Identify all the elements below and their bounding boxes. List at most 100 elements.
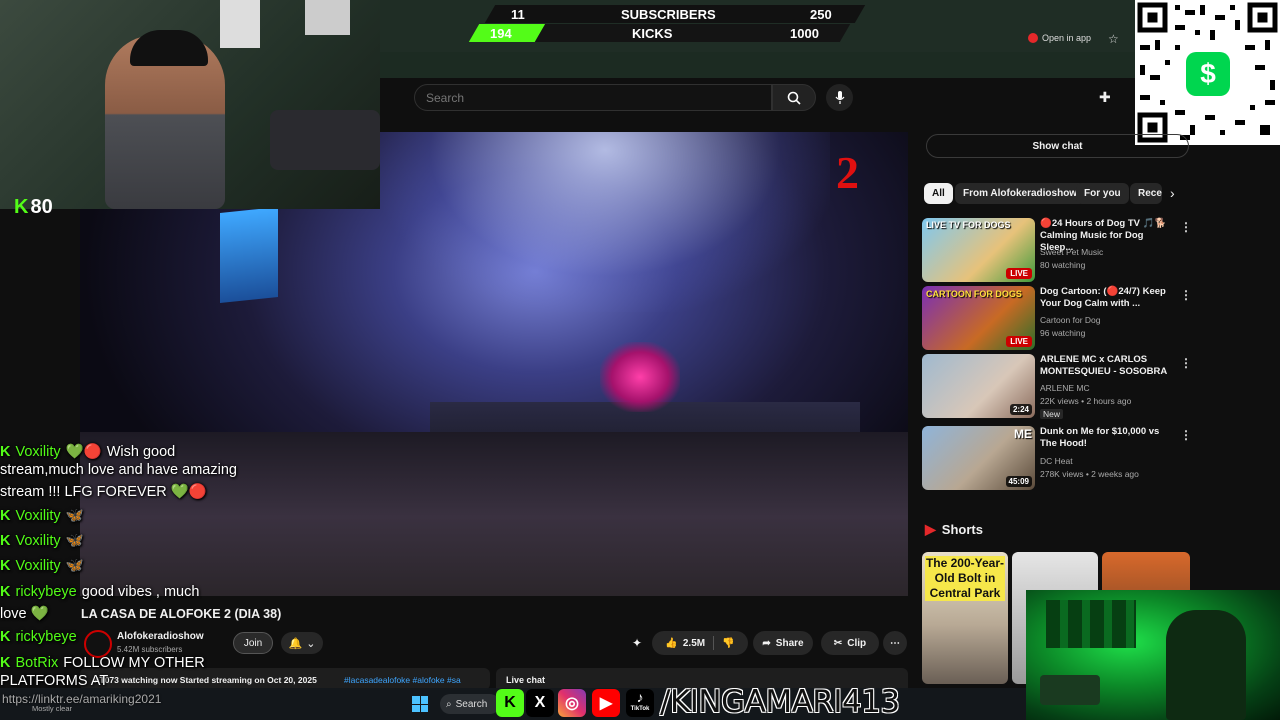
video-title: LA CASA DE ALOFOKE 2 (DIA 38) — [81, 607, 282, 621]
chip-from-channel[interactable]: From Alofokeradioshow — [955, 183, 1086, 204]
bell-icon: 🔔 — [288, 637, 303, 650]
streamer-handle: /KINGAMARI413 — [660, 684, 900, 720]
like-icon[interactable]: 👍 — [665, 638, 677, 649]
kick-viewer-count: K 80 — [14, 196, 53, 219]
chat-message: K BotRix FOLLOW MY OTHER — [0, 655, 205, 671]
kick-badge-icon: K — [0, 655, 11, 671]
clip-button[interactable]: ✂ Clip — [821, 631, 879, 655]
video-thumbnail: 2:24 — [922, 354, 1035, 418]
star-icon[interactable]: ☆ — [1108, 32, 1119, 46]
subscriber-count: 5.42M subscribers — [117, 645, 183, 654]
microphone-icon — [835, 90, 844, 104]
more-options-icon[interactable]: ⋮ — [1180, 428, 1192, 442]
kick-count-value: 80 — [30, 196, 53, 218]
heart-icon: 💚🔴 — [65, 444, 102, 460]
like-count: 2.5M — [682, 637, 706, 649]
chat-text: Wish good — [106, 443, 176, 460]
chat-message: K Voxility 🦋 — [0, 557, 84, 575]
chat-username: BotRix — [15, 655, 59, 671]
channel-avatar[interactable] — [84, 630, 112, 658]
scissors-icon: ✂ — [833, 637, 843, 649]
video-title: Dog Cartoon: (🔴24/7) Keep Your Dog Calm … — [1040, 286, 1166, 309]
chat-username: Voxility — [15, 532, 61, 549]
channel-name: ARLENE MC — [1040, 383, 1090, 393]
short-video[interactable]: The 200-Year-Old Bolt in Central Park — [922, 552, 1008, 684]
notifications-button[interactable]: 🔔 ⌄ — [281, 632, 323, 654]
chat-message: K Voxility 🦋 — [0, 532, 84, 550]
more-options-icon[interactable]: ⋮ — [1180, 288, 1192, 302]
x-icon: X — [526, 689, 554, 717]
chip-recent[interactable]: Rece — [1130, 183, 1162, 204]
show-chat-button[interactable]: Show chat — [926, 134, 1189, 158]
video-duration: 2:24 — [1009, 404, 1032, 415]
wall-poster — [305, 0, 350, 35]
kick-badge-icon: K — [0, 532, 11, 549]
chat-message: K Voxility 🦋 — [0, 507, 84, 525]
video-thumbnail: ME 45:09 — [922, 426, 1035, 490]
more-options-icon[interactable]: ⋮ — [1180, 220, 1192, 234]
chat-text: love 💚 — [0, 606, 49, 622]
video-thumbnail: LIVE TV FOR DOGS LIVE — [922, 218, 1035, 282]
video-meta: 278K views • 2 weeks ago — [1040, 469, 1139, 479]
more-actions-button[interactable]: ⋯ — [883, 631, 907, 655]
live-badge: LIVE — [1006, 268, 1032, 279]
create-icon[interactable]: ✚ — [1099, 89, 1111, 106]
audience-crowd — [80, 432, 908, 596]
weather-status[interactable]: Mostly clear — [32, 704, 72, 713]
thumbnail-text: CARTOON FOR DOGS — [926, 289, 1022, 299]
shorts-icon: ▶ — [925, 521, 936, 537]
more-icon: ⋯ — [890, 637, 900, 649]
channel-name[interactable]: Alofokeradioshow — [117, 631, 204, 642]
taskbar-search[interactable]: ⌕ Search — [440, 694, 500, 714]
video-meta: 80 watching — [1040, 260, 1086, 270]
share-button[interactable]: ➦ Share — [753, 631, 813, 655]
share-label: Share — [775, 637, 804, 649]
join-button[interactable]: Join — [233, 632, 273, 654]
more-options-icon[interactable]: ⋮ — [1180, 356, 1192, 370]
open-in-app-button[interactable]: Open in app — [1028, 33, 1091, 43]
kicks-current: 194 — [490, 25, 512, 41]
hashtags[interactable]: #lacasadealofoke #alofoke #sa — [344, 675, 461, 685]
recommended-video[interactable]: CARTOON FOR DOGS LIVE Dog Cartoon: (🔴24/… — [922, 286, 1192, 350]
divider — [713, 636, 715, 650]
channel-name: Cartoon for Dog — [1040, 315, 1101, 325]
subs-current: 11 — [511, 6, 525, 22]
chat-username: Voxility — [15, 507, 61, 524]
chat-text: good vibes , much — [81, 584, 200, 600]
dislike-icon[interactable]: 👎 — [722, 638, 734, 649]
chip-all[interactable]: All — [924, 183, 953, 204]
short-caption: The 200-Year-Old Bolt in Central Park — [925, 556, 1005, 601]
recommended-video[interactable]: 2:24 ARLENE MC x CARLOS MONTESQUIEU - SO… — [922, 354, 1192, 419]
chat-username: Voxility — [15, 557, 61, 574]
led-screen — [220, 206, 278, 304]
cheer-icon[interactable]: ✦ — [632, 636, 642, 650]
live-badge: LIVE — [1006, 336, 1032, 347]
mask-wall — [1046, 600, 1136, 648]
tiktok-icon: ♪ TikTok — [626, 689, 654, 717]
open-in-app-label: Open in app — [1042, 33, 1092, 43]
search-box — [414, 84, 772, 111]
channel-name: Sweet Pet Music — [1040, 247, 1104, 257]
chat-message: PLATFORMS AT — [0, 673, 108, 689]
chat-message: Krickybeye — [0, 629, 77, 645]
recommended-video[interactable]: LIVE TV FOR DOGS LIVE 🔴24 Hours of Dog T… — [922, 218, 1192, 282]
windows-start-icon[interactable] — [412, 696, 428, 712]
recommended-video[interactable]: ME 45:09 Dunk on Me for $10,000 vs The H… — [922, 426, 1192, 490]
search-input[interactable] — [415, 85, 771, 110]
subs-goal: 250 — [810, 6, 832, 22]
kick-logo-icon: K — [14, 196, 29, 218]
chevron-right-icon[interactable]: › — [1170, 185, 1175, 201]
kick-icon: K — [496, 689, 524, 717]
clip-label: Clip — [847, 637, 867, 649]
streamer-webcam — [0, 0, 380, 209]
linktree-url: https://linktr.ee/amariking2021 — [2, 692, 162, 706]
tiktok-label: TikTok — [630, 706, 650, 712]
kick-badge-icon: K — [0, 443, 11, 460]
chat-username: Voxility — [15, 443, 61, 460]
kick-badge-icon: K — [0, 584, 11, 600]
chip-for-you[interactable]: For you — [1076, 183, 1129, 204]
voice-search-button[interactable] — [826, 84, 853, 111]
search-button[interactable] — [772, 84, 816, 111]
chat-username: rickybeye — [15, 584, 77, 600]
kicks-label: KICKS — [632, 25, 673, 41]
